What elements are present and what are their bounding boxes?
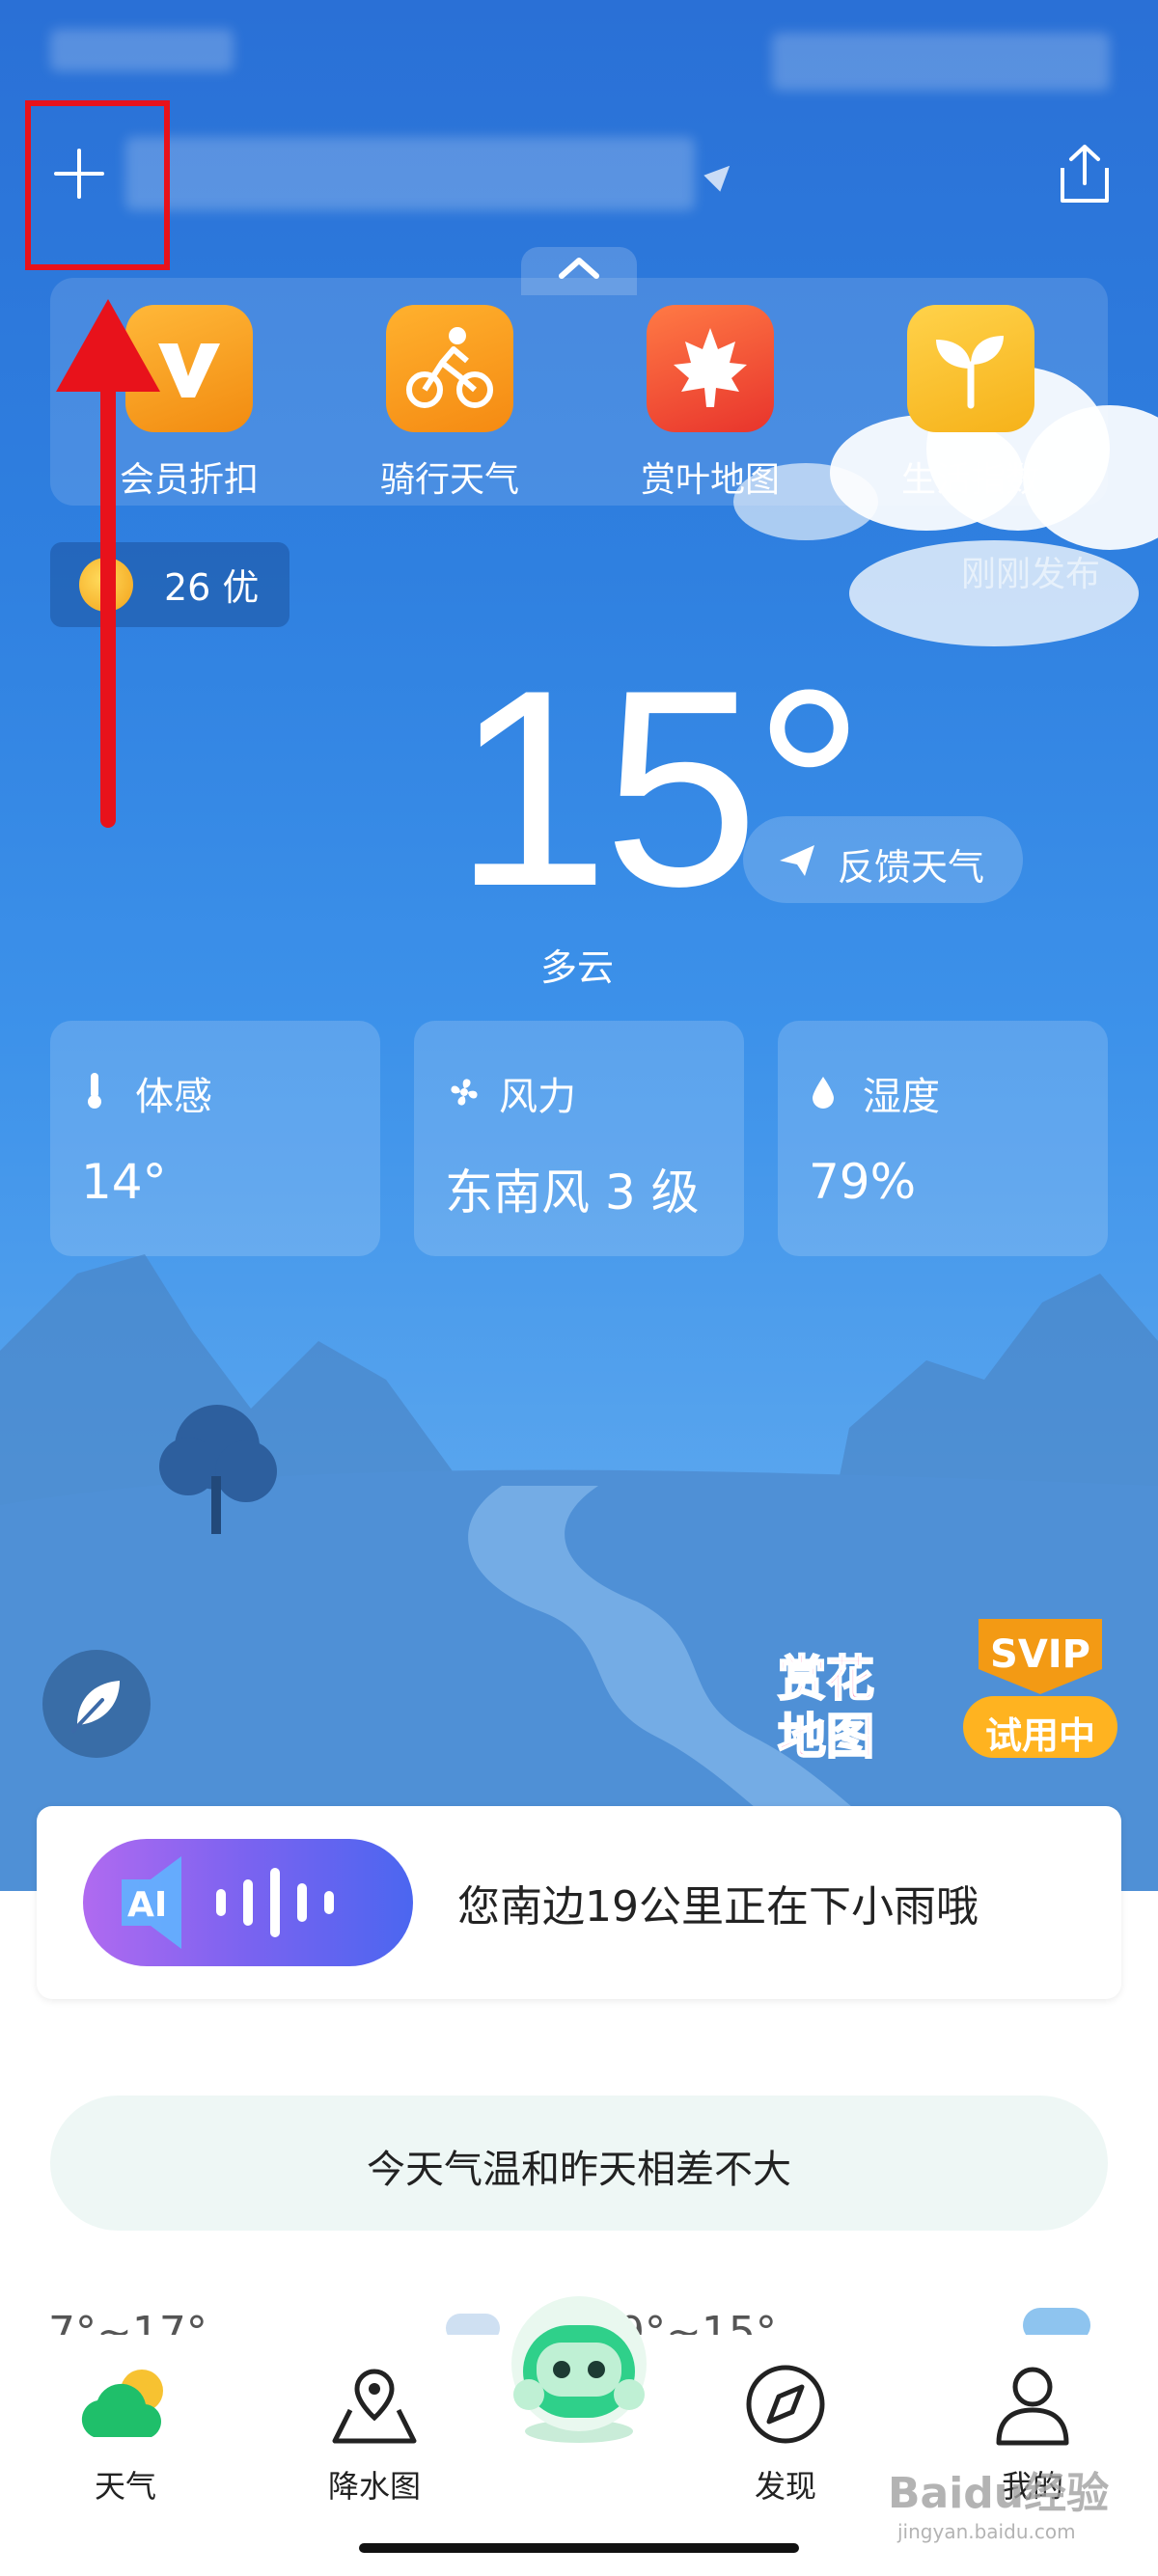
svip-trial-badge[interactable]: SVIP 试用中 — [959, 1611, 1121, 1766]
detail-card-title: 湿度 — [811, 1065, 940, 1121]
detail-card-value: 14° — [81, 1154, 167, 1210]
detail-card-label: 体感 — [135, 1075, 212, 1119]
paper-plane-icon — [780, 845, 814, 876]
detail-card-feels-like[interactable]: 体感 14° — [50, 1021, 380, 1256]
map-pin-icon — [332, 2369, 417, 2444]
weather-condition: 多云 — [540, 946, 615, 989]
aqi-value: 26 优 — [164, 566, 260, 609]
detail-card-title: 风力 — [447, 1065, 576, 1121]
ai-alert-text: 您南边19公里正在下小雨哦 — [457, 1882, 979, 1932]
chevron-up-icon — [559, 258, 599, 279]
flower-map-badge[interactable]: 赏花 地图 — [772, 1631, 917, 1775]
share-icon[interactable] — [1057, 143, 1113, 206]
quick-link-cycling[interactable]: 骑行天气 — [353, 305, 546, 502]
status-bar-left — [50, 29, 234, 71]
detail-card-value: 东南风 3 级 — [445, 1165, 700, 1220]
feedback-label: 反馈天气 — [838, 846, 985, 889]
detail-card-title: 体感 — [83, 1065, 212, 1121]
eco-leaf-button[interactable] — [42, 1650, 151, 1758]
city-name[interactable] — [125, 137, 695, 210]
landscape-illustration — [0, 1254, 1158, 1891]
location-arrow-icon — [703, 157, 738, 192]
svip-label: SVIP — [990, 1632, 1090, 1677]
watermark-url: jingyan.baidu.com — [897, 2520, 1076, 2543]
thermometer-icon — [83, 1071, 118, 1119]
detail-card-label: 风力 — [499, 1075, 576, 1119]
compare-text: 今天气温和昨天相差不大 — [367, 2148, 791, 2192]
nav-label: 降水图 — [327, 2468, 421, 2505]
quick-link-label: 赏叶地图 — [640, 460, 780, 500]
publish-time: 刚刚发布 — [961, 555, 1101, 594]
user-icon — [996, 2367, 1069, 2446]
nav-label: 天气 — [94, 2468, 156, 2505]
compass-icon — [746, 2365, 825, 2444]
watermark-logo: Baidu经验 — [888, 2469, 1110, 2518]
ai-voice-pill[interactable]: AI — [83, 1839, 413, 1966]
nav-tab-discover[interactable]: 发现 — [708, 2362, 863, 2507]
drop-icon — [811, 1075, 845, 1119]
detail-card-humidity[interactable]: 湿度 79% — [778, 1021, 1108, 1256]
cyclist-icon — [386, 305, 513, 432]
ai-alert-card[interactable]: AI 您南边19公里正在下小雨哦 — [37, 1806, 1121, 1999]
quick-links-panel: 会员折扣 骑行天气 赏叶地图 生活指数 — [50, 278, 1108, 506]
status-bar-right — [772, 33, 1110, 91]
detail-card-value: 79% — [809, 1154, 917, 1210]
ai-speaker-icon: AI — [122, 1856, 334, 1949]
nav-label: 发现 — [754, 2468, 816, 2505]
detail-card-wind[interactable]: 风力 东南风 3 级 — [414, 1021, 744, 1256]
weather-hero: 会员折扣 骑行天气 赏叶地图 生活指数 26 优 刚刚发布 15° 反馈天气 多… — [0, 0, 1158, 1891]
robot-assistant-icon — [511, 2296, 647, 2443]
temperature-compare-banner[interactable]: 今天气温和昨天相差不大 — [50, 2096, 1108, 2231]
nav-tab-precipitation[interactable]: 降水图 — [297, 2362, 452, 2507]
flower-badge-line2: 地图 — [777, 1708, 875, 1766]
quick-link-life-index[interactable]: 生活指数 — [874, 305, 1067, 502]
quick-link-label: 骑行天气 — [379, 460, 519, 500]
nav-tab-weather[interactable]: 天气 — [48, 2362, 203, 2507]
svip-trial-label: 试用中 — [984, 1714, 1095, 1757]
assistant-robot-button[interactable] — [502, 2287, 656, 2451]
quick-link-label: 生活指数 — [900, 460, 1040, 500]
fan-icon — [447, 1075, 482, 1119]
maple-leaf-icon — [647, 305, 774, 432]
leaf-icon — [71, 1681, 120, 1733]
detail-card-label: 湿度 — [863, 1075, 940, 1119]
annotation-arrow-icon — [56, 299, 160, 828]
sprout-icon — [907, 305, 1034, 432]
quick-link-leaf-map[interactable]: 赏叶地图 — [614, 305, 807, 502]
weather-cloud-sun-icon — [81, 2370, 163, 2437]
annotation-highlight-box — [25, 100, 170, 270]
feedback-weather-button[interactable]: 反馈天气 — [743, 816, 1023, 903]
svg-text:AI: AI — [127, 1885, 167, 1925]
home-indicator — [359, 2543, 799, 2553]
